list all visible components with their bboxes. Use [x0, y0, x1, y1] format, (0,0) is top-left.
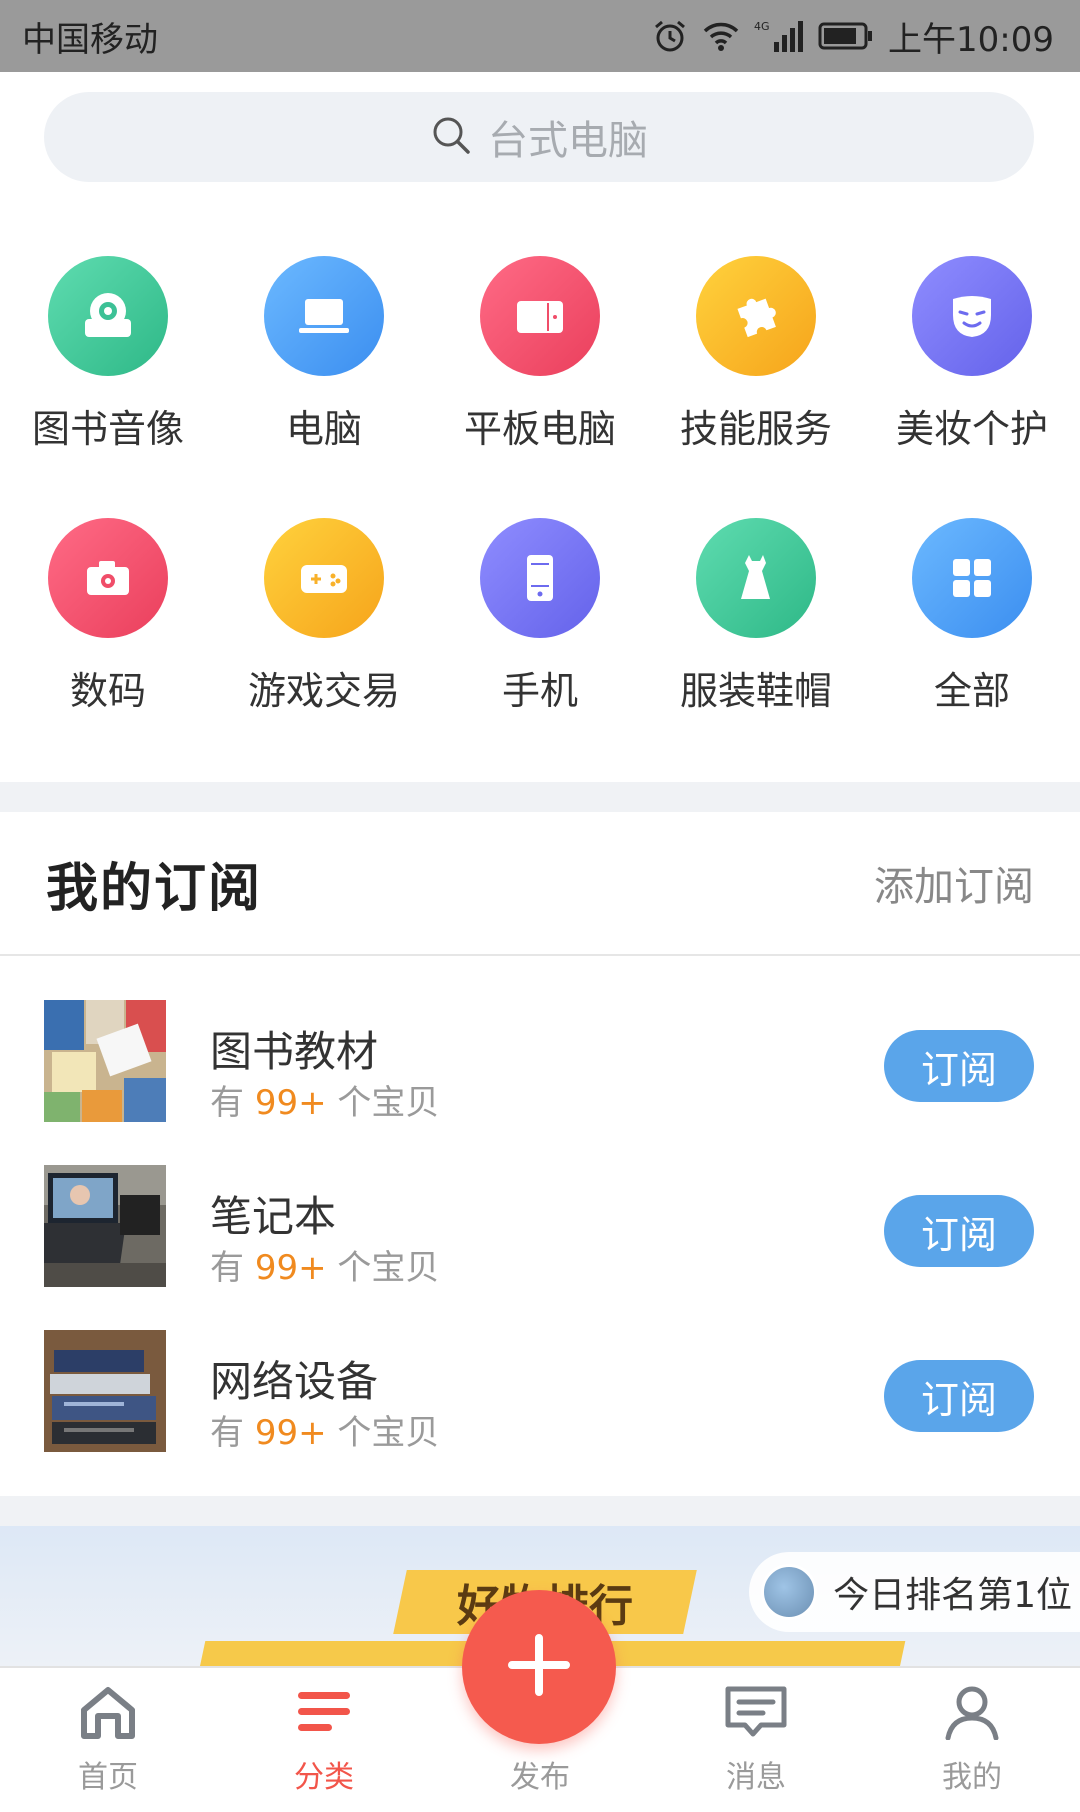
category-label: 服装鞋帽: [679, 669, 832, 713]
category-books-media[interactable]: 图书音像: [0, 256, 216, 518]
nav-label: 发布: [510, 1760, 570, 1795]
search-bar[interactable]: 台式电脑: [44, 92, 1034, 182]
search-placeholder: 台式电脑: [488, 118, 648, 164]
subscription-name: 笔记本: [210, 1192, 337, 1241]
category-phone[interactable]: 手机: [432, 518, 648, 780]
nav-label: 首页: [78, 1760, 138, 1795]
nav-label: 分类: [294, 1760, 354, 1795]
subscribe-button[interactable]: 订阅: [884, 1195, 1034, 1267]
signal-icon: 4G: [754, 18, 804, 54]
category-grid: 图书音像 电脑 平板电脑 技能服务 美妆个护 数码 游戏交易 手机 服装鞋帽 全…: [0, 256, 1080, 780]
alarm-icon: [652, 18, 688, 54]
carrier-name: 中国移动: [22, 19, 158, 60]
home-icon: [78, 1684, 138, 1744]
category-game-trade[interactable]: 游戏交易: [216, 518, 432, 780]
laptop-thumbnail: [44, 1165, 166, 1287]
books-thumbnail: [44, 1000, 166, 1122]
category-label: 美妆个护: [895, 407, 1048, 451]
category-skill-service[interactable]: 技能服务: [648, 256, 864, 518]
status-bar: 中国移动 4G 上午10:09: [0, 0, 1080, 72]
subscribe-button[interactable]: 订阅: [884, 1030, 1034, 1102]
category-label: 电脑: [285, 407, 362, 451]
network-type: 4G: [754, 20, 770, 33]
subscription-item[interactable]: 笔记本 有 99+ 个宝贝 订阅: [0, 1125, 1080, 1290]
category-label: 手机: [501, 669, 578, 713]
daily-rank-pill[interactable]: 今日排名第1位: [749, 1552, 1080, 1632]
nav-home[interactable]: 首页: [0, 1668, 216, 1812]
search-icon: [430, 114, 472, 160]
mask-icon: [912, 256, 1032, 376]
subscription-name: 图书教材: [210, 1027, 379, 1076]
category-label: 技能服务: [679, 407, 832, 451]
nav-profile[interactable]: 我的: [864, 1668, 1080, 1812]
camera-lens-icon: [48, 256, 168, 376]
subscription-header: 我的订阅 添加订阅: [0, 812, 1080, 956]
category-all[interactable]: 全部: [864, 518, 1080, 780]
tablet-icon: [480, 256, 600, 376]
subscribe-button[interactable]: 订阅: [884, 1360, 1034, 1432]
grid-icon: [912, 518, 1032, 638]
camera-icon: [48, 518, 168, 638]
dress-icon: [696, 518, 816, 638]
nav-messages[interactable]: 消息: [648, 1668, 864, 1812]
nav-category[interactable]: 分类: [216, 1668, 432, 1812]
message-icon: [723, 1684, 789, 1744]
network-switch-thumbnail: [44, 1330, 166, 1452]
puzzle-icon: [696, 256, 816, 376]
subscription-count: 有 99+ 个宝贝: [210, 1083, 440, 1123]
category-computer[interactable]: 电脑: [216, 256, 432, 518]
category-label: 平板电脑: [463, 407, 616, 451]
user-icon: [942, 1684, 1002, 1744]
laptop-icon: [264, 256, 384, 376]
nav-label: 我的: [942, 1760, 1002, 1795]
category-icon: [294, 1684, 354, 1744]
subscription-item[interactable]: 图书教材 有 99+ 个宝贝 订阅: [0, 960, 1080, 1125]
clock-time: 上午10:09: [888, 19, 1054, 60]
rank-text: 今日排名第1位: [833, 1575, 1072, 1616]
category-clothing[interactable]: 服装鞋帽: [648, 518, 864, 780]
subscription-count: 有 99+ 个宝贝: [210, 1413, 440, 1453]
section-divider: [0, 1496, 1080, 1526]
wifi-icon: [702, 20, 740, 52]
section-divider: [0, 782, 1080, 812]
category-digital[interactable]: 数码: [0, 518, 216, 780]
plus-icon: [504, 1630, 574, 1704]
category-label: 游戏交易: [247, 669, 400, 713]
category-beauty[interactable]: 美妆个护: [864, 256, 1080, 518]
subscription-count: 有 99+ 个宝贝: [210, 1248, 440, 1288]
subscription-name: 网络设备: [210, 1357, 379, 1406]
subscription-list: 图书教材 有 99+ 个宝贝 订阅 笔记本 有 99+ 个宝贝 订阅 网络设备: [0, 960, 1080, 1455]
battery-icon: [818, 21, 874, 51]
avatar: [761, 1564, 818, 1620]
nav-label: 消息: [726, 1760, 786, 1795]
status-icons: 4G 上午10:09: [652, 12, 1054, 61]
category-label: 图书音像: [31, 407, 184, 451]
category-label: 全部: [933, 669, 1010, 713]
phone-icon: [480, 518, 600, 638]
category-label: 数码: [69, 669, 146, 713]
add-subscription-link[interactable]: 添加订阅: [874, 854, 1034, 912]
subscription-item[interactable]: 网络设备 有 99+ 个宝贝 订阅: [0, 1290, 1080, 1455]
category-tablet[interactable]: 平板电脑: [432, 256, 648, 518]
publish-button[interactable]: [462, 1590, 616, 1744]
gamepad-icon: [264, 518, 384, 638]
subscription-title: 我的订阅: [46, 858, 263, 919]
